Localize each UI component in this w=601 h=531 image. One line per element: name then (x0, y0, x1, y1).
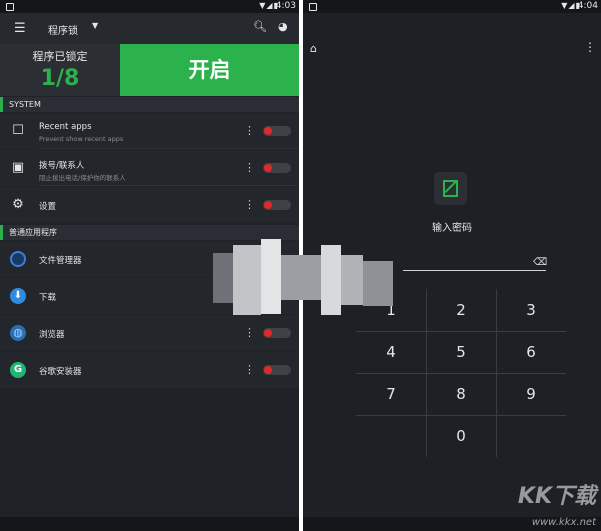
key-0[interactable]: 0 (426, 415, 496, 457)
palette-icon[interactable]: ◕ (278, 20, 288, 33)
app-lock-icon (434, 172, 467, 205)
pixelation-overlay (213, 235, 393, 320)
app-title: 程序锁 (48, 26, 78, 37)
status-time: 4:03 (275, 1, 296, 11)
lock-toggle[interactable] (263, 365, 291, 375)
open-button[interactable]: 开启 (120, 44, 299, 96)
toggle-knob (264, 127, 272, 135)
divider (39, 185, 299, 186)
google-installer-icon: G (10, 362, 26, 378)
key-8[interactable]: 8 (426, 373, 496, 415)
divider (39, 148, 299, 149)
download-icon: ⬇ (10, 288, 26, 304)
more-options-icon[interactable]: ⋮ (244, 198, 255, 211)
watermark-url: www.kkx.net (531, 517, 596, 528)
item-name: 下载 (39, 293, 57, 303)
list-item-browser[interactable]: ◍ 浏览器 ⋮ (0, 315, 299, 351)
key-4[interactable]: 4 (356, 331, 426, 373)
contact-card-icon: ▣ (11, 160, 25, 175)
lock-toggle[interactable] (263, 126, 291, 136)
menu-icon[interactable]: ☰ (14, 21, 26, 36)
item-sub: Prevent show recent apps (39, 135, 124, 143)
keypad-grid-line (356, 373, 566, 374)
keypad-grid-line (356, 415, 566, 416)
item-name: 浏览器 (39, 330, 65, 340)
more-options-icon[interactable]: ⋮ (244, 363, 255, 376)
key-5[interactable]: 5 (426, 331, 496, 373)
item-name: 文件管理器 (39, 256, 82, 266)
toggle-knob (264, 164, 272, 172)
backspace-icon[interactable]: ⌫ (533, 257, 547, 268)
more-options-icon[interactable]: ⋮ (244, 124, 255, 137)
notification-icon (309, 3, 317, 11)
item-name: 谷歌安装器 (39, 367, 82, 377)
item-name: Recent apps (39, 122, 92, 132)
keypad-grid-line (356, 331, 566, 332)
toggle-knob (264, 366, 272, 374)
watermark: KK下载 www.kkx.net (470, 470, 600, 530)
key-2[interactable]: 2 (426, 289, 496, 331)
locked-label: 程序已锁定 (32, 50, 88, 63)
notification-icon (6, 3, 14, 11)
more-options-icon[interactable]: ⋮ (244, 161, 255, 174)
dropdown-caret-icon[interactable]: ▼ (92, 21, 98, 30)
square-icon: ☐ (12, 123, 24, 138)
file-manager-icon (10, 251, 26, 267)
toggle-knob (264, 329, 272, 337)
password-field[interactable] (403, 270, 546, 271)
key-7[interactable]: 7 (356, 373, 426, 415)
lock-toggle[interactable] (263, 200, 291, 210)
password-prompt: 输入密码 (432, 223, 472, 234)
locked-count-box: 程序已锁定 1/8 (0, 44, 120, 96)
app-bar: ☰ 程序锁 ▼ 🔍︎ ◕ (0, 13, 299, 44)
nav-bar (0, 517, 299, 531)
list-item-recent-apps[interactable]: ☐ Recent apps Prevent show recent apps ⋮ (0, 113, 299, 149)
list-item-google-installer[interactable]: G 谷歌安装器 ⋮ (0, 352, 299, 388)
status-time: 4:04 (577, 1, 598, 11)
lock-toggle[interactable] (263, 163, 291, 173)
section-header-system: SYSTEM (0, 97, 299, 112)
item-name: 设置 (39, 202, 57, 212)
lock-status-bar: 程序已锁定 1/8 开启 (0, 44, 299, 96)
item-sub: 阻止拨出电话/保护你的联系人 (39, 174, 126, 182)
gear-icon: ⚙ (12, 197, 24, 212)
status-bar: ▼◢▮ 4:03 (0, 0, 299, 13)
search-icon[interactable]: 🔍︎ (253, 20, 267, 33)
locked-count: 1/8 (40, 66, 80, 91)
lock-toggle[interactable] (263, 328, 291, 338)
key-9[interactable]: 9 (496, 373, 566, 415)
key-3[interactable]: 3 (496, 289, 566, 331)
item-name: 拨号/联系人 (39, 161, 85, 171)
globe-icon: ◍ (10, 325, 26, 341)
list-item-contacts[interactable]: ▣ 拨号/联系人 阻止拨出电话/保护你的联系人 ⋮ (0, 150, 299, 186)
overflow-menu-icon[interactable]: ⋮ (584, 40, 596, 54)
watermark-text: KK下载 (517, 484, 596, 509)
list-item-settings[interactable]: ⚙ 设置 ⋮ (0, 187, 299, 223)
home-icon[interactable]: ⌂ (310, 42, 317, 55)
toggle-knob (264, 201, 272, 209)
more-options-icon[interactable]: ⋮ (244, 326, 255, 339)
status-bar: ▼◢▮ 4:04 (303, 0, 601, 13)
key-6[interactable]: 6 (496, 331, 566, 373)
